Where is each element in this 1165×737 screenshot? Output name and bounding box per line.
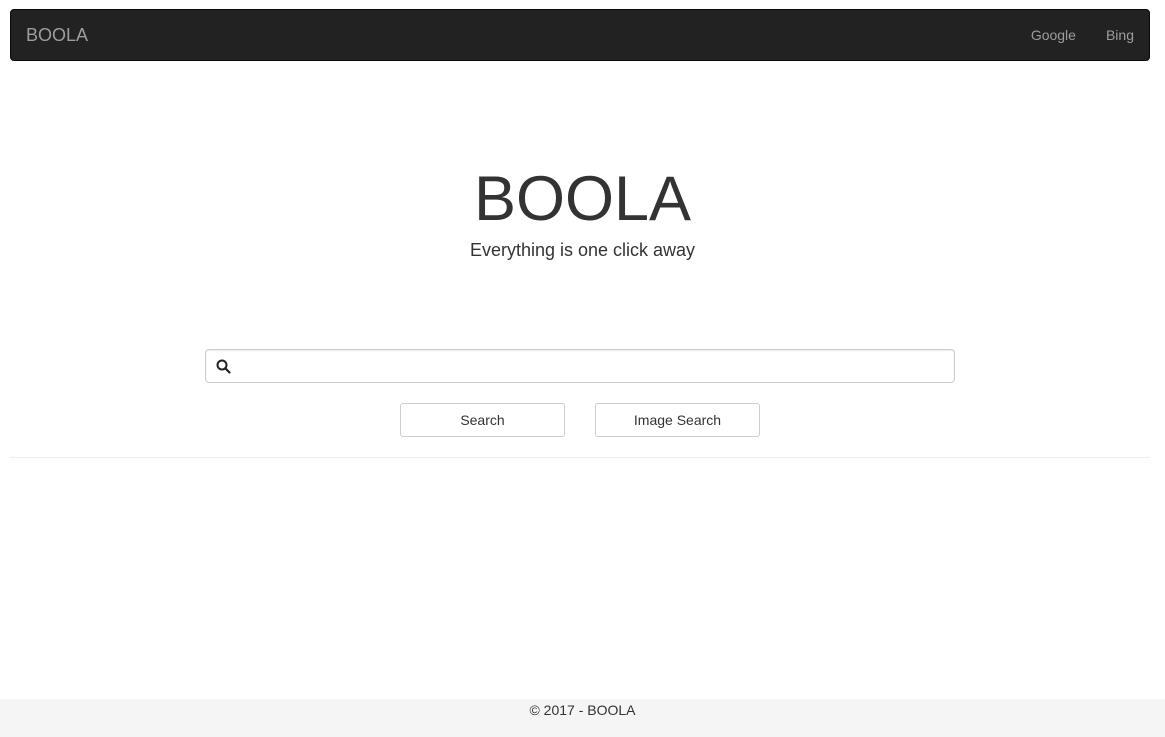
nav-link-bing[interactable]: Bing xyxy=(1091,10,1149,60)
footer-copyright: © 2017 - BOOLA xyxy=(529,702,636,718)
search-icon xyxy=(216,359,231,374)
nav-links: Google Bing xyxy=(1016,10,1149,60)
search-box[interactable] xyxy=(205,349,955,383)
brand-link[interactable]: BOOLA xyxy=(26,24,88,46)
search-button[interactable]: Search xyxy=(400,403,565,437)
tagline: Everything is one click away xyxy=(469,240,696,260)
image-search-button[interactable]: Image Search xyxy=(595,403,760,437)
divider xyxy=(10,457,1150,458)
nav-link-google[interactable]: Google xyxy=(1016,10,1091,60)
footer: © 2017 - BOOLA xyxy=(0,699,1165,737)
hero: BOOLA Everything is one click away xyxy=(0,160,1165,262)
page-title: BOOLA xyxy=(473,164,692,234)
search-input[interactable] xyxy=(240,350,946,382)
navbar: BOOLA Google Bing xyxy=(10,9,1150,61)
